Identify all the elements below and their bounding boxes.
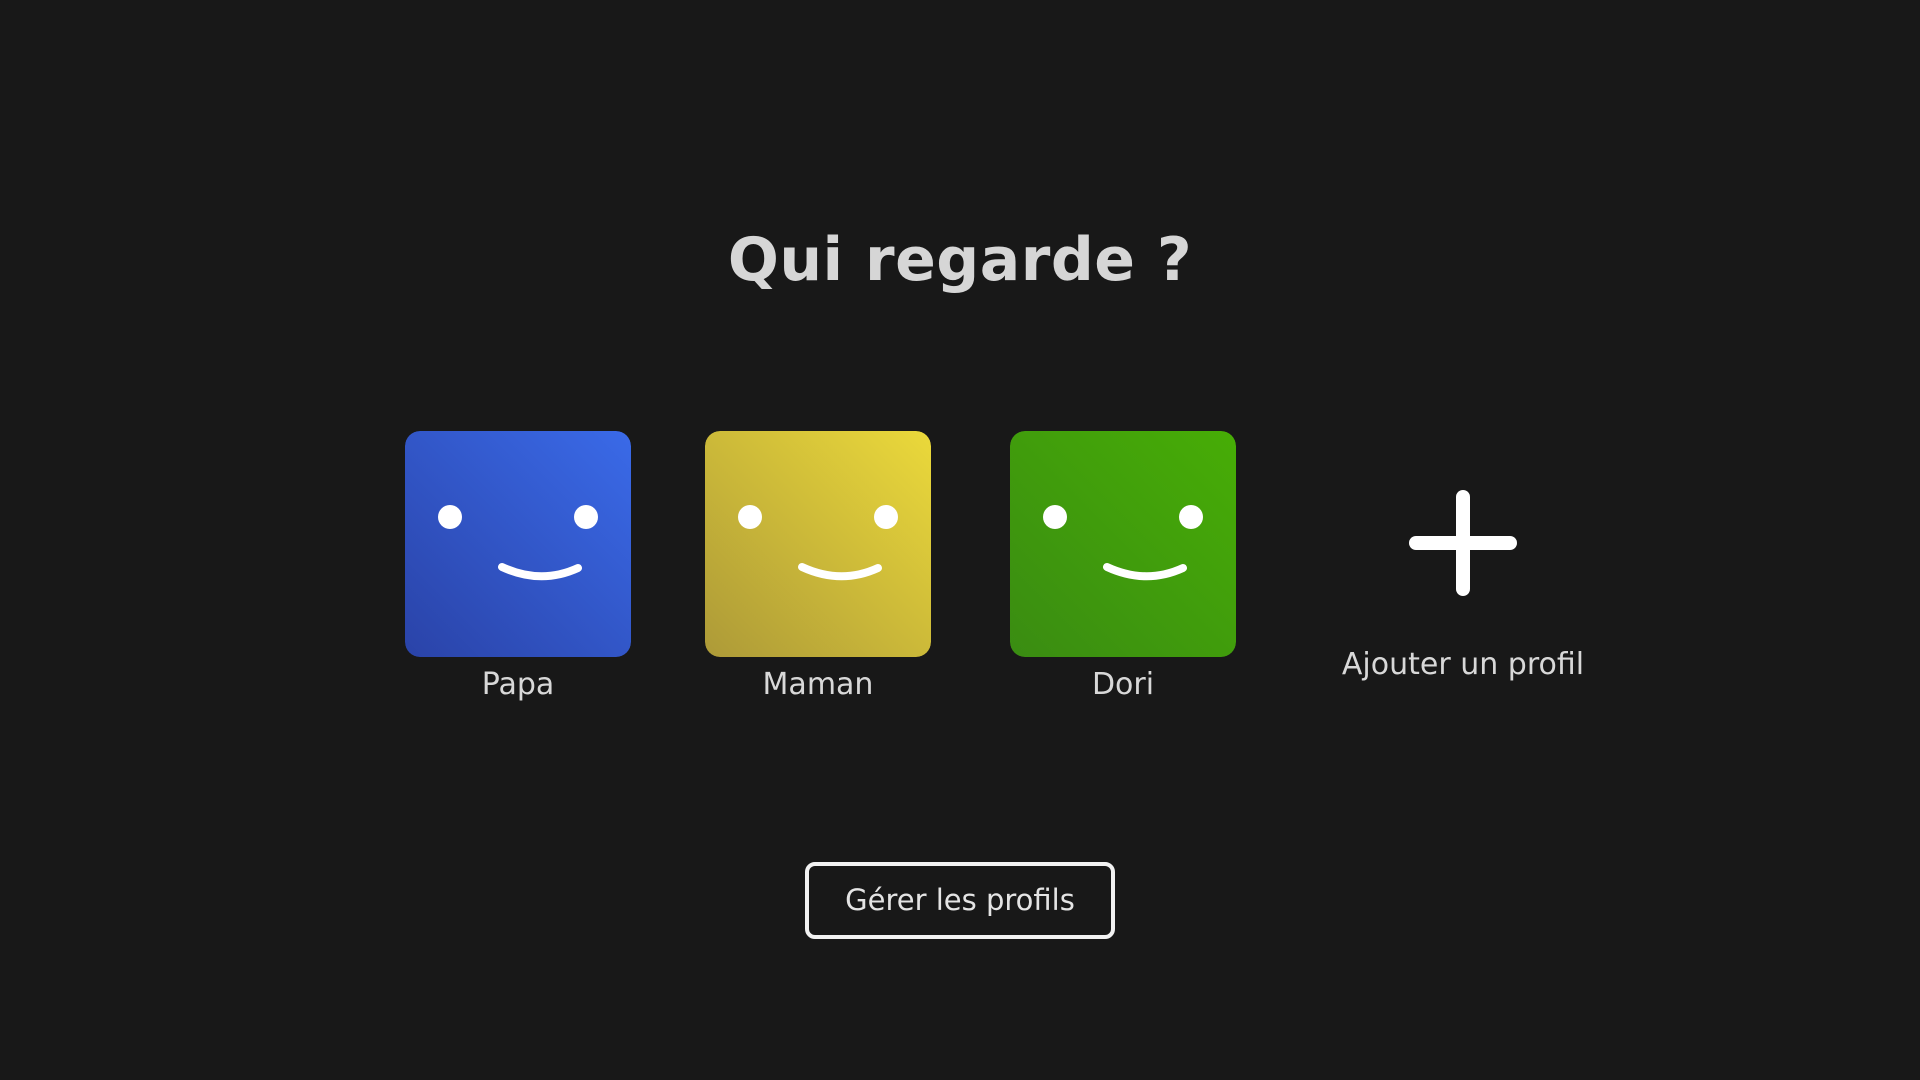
smiley-face-icon — [1010, 431, 1236, 657]
profile-avatar[interactable] — [705, 431, 931, 657]
profile-name: Papa — [481, 667, 555, 702]
manage-profiles-button[interactable]: Gérer les profils — [805, 862, 1115, 939]
profile-avatar[interactable] — [405, 431, 631, 657]
profile-dori[interactable]: Dori — [1010, 431, 1236, 705]
smiley-face-icon — [705, 431, 931, 657]
plus-icon[interactable] — [1350, 431, 1576, 657]
profile-papa[interactable]: Papa — [405, 431, 631, 705]
profile-maman[interactable]: Maman — [705, 431, 931, 705]
profile-selection-screen: Qui regarde ? Papa Maman Dori Ajouter un… — [0, 0, 1920, 1080]
smiley-face-icon — [405, 431, 631, 657]
profile-avatar[interactable] — [1010, 431, 1236, 657]
page-title: Qui regarde ? — [727, 225, 1193, 295]
profile-name: Dori — [1091, 667, 1155, 702]
add-profile-button[interactable]: Ajouter un profil — [1330, 431, 1596, 685]
profile-name: Maman — [762, 667, 874, 702]
